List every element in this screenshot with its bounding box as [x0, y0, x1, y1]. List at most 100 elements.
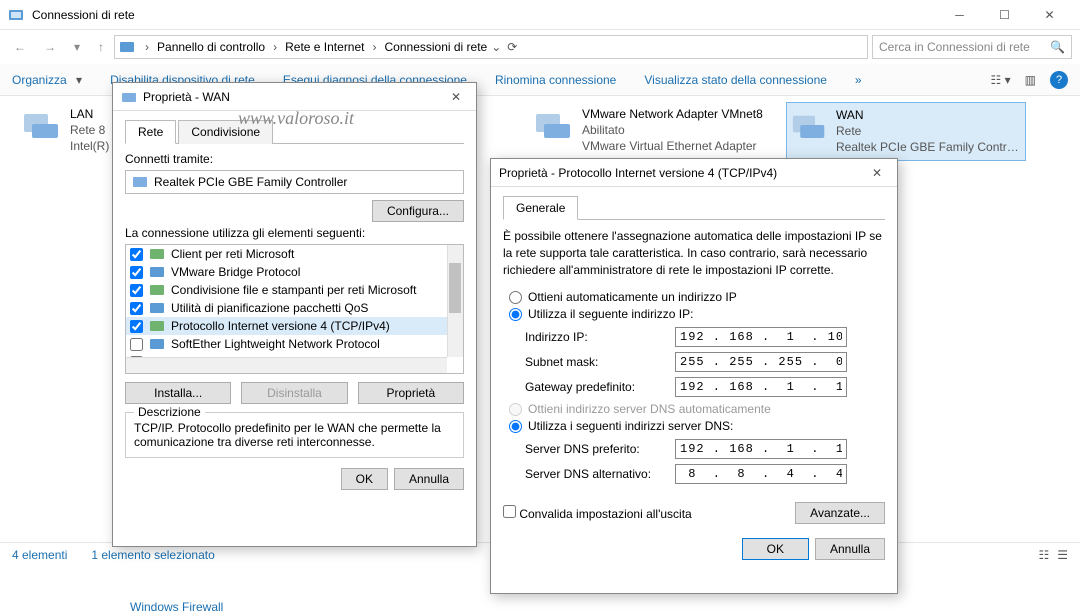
description-heading: Descrizione [134, 405, 205, 419]
adapter-status: Rete [836, 123, 1021, 139]
refresh-icon[interactable]: ⟳ [507, 40, 517, 54]
component-icon [149, 283, 165, 297]
chevron-right-icon: › [369, 40, 381, 54]
component-item[interactable]: VMware Bridge Protocol [126, 263, 463, 281]
adapter-wan[interactable]: WAN Rete Realtek PCIe GBE Family Control… [786, 102, 1026, 161]
breadcrumb-item[interactable]: Rete e Internet [283, 38, 366, 56]
component-item[interactable]: Condivisione file e stampanti per reti M… [126, 281, 463, 299]
component-item[interactable]: SoftEther Lightweight Network Protocol [126, 335, 463, 353]
component-checkbox[interactable] [130, 338, 143, 351]
search-input[interactable]: Cerca in Connessioni di rete 🔍 [872, 35, 1072, 59]
radio-use-ip[interactable]: Utilizza il seguente indirizzo IP: [509, 307, 885, 321]
close-button[interactable]: ✕ [1027, 0, 1072, 30]
status-selected: 1 elemento selezionato [91, 548, 214, 562]
dns2-label: Server DNS alternativo: [525, 467, 675, 481]
component-label: VMware Bridge Protocol [171, 265, 300, 279]
component-icon [149, 301, 165, 315]
breadcrumb-item[interactable]: Pannello di controllo [155, 38, 267, 56]
status-count: 4 elementi [12, 548, 67, 562]
cancel-button[interactable]: Annulla [815, 538, 885, 560]
scrollbar[interactable] [447, 245, 463, 357]
component-label: SoftEther Lightweight Network Protocol [171, 337, 380, 351]
cmd-more[interactable]: » [855, 73, 862, 87]
uninstall-button: Disinstalla [241, 382, 347, 404]
dialog-wan-properties: Proprietà - WAN ✕ Rete Condivisione Conn… [112, 82, 477, 547]
nav-dropdown[interactable]: ▾ [68, 36, 86, 58]
cancel-button[interactable]: Annulla [394, 468, 464, 490]
component-checkbox[interactable] [130, 266, 143, 279]
cmd-rename[interactable]: Rinomina connessione [495, 73, 616, 87]
configure-button[interactable]: Configura... [372, 200, 464, 222]
component-item[interactable]: Client per reti Microsoft [126, 245, 463, 263]
view-details-icon[interactable]: ☰ [1057, 548, 1068, 562]
component-icon [149, 319, 165, 333]
scrollbar-horizontal[interactable] [126, 357, 447, 373]
windows-firewall-link[interactable]: Windows Firewall [130, 600, 223, 614]
device-name: Realtek PCIe GBE Family Controller [154, 175, 347, 189]
folder-icon [119, 39, 135, 55]
chevron-down-icon[interactable]: ⌄ [491, 40, 501, 54]
validate-checkbox[interactable]: Convalida impostazioni all'uscita [503, 505, 692, 521]
nic-icon [132, 175, 148, 189]
window-titlebar: Connessioni di rete ─ ☐ ✕ [0, 0, 1080, 30]
preview-pane-icon[interactable]: ▥ [1025, 73, 1036, 87]
description-text: TCP/IP. Protocollo predefinito per le WA… [134, 421, 455, 449]
breadcrumb-item[interactable]: Connessioni di rete [383, 38, 490, 56]
chevron-right-icon: › [269, 40, 281, 54]
component-label: Condivisione file e stampanti per reti M… [171, 283, 416, 297]
nav-back[interactable]: ← [8, 36, 32, 58]
advanced-button[interactable]: Avanzate... [795, 502, 885, 524]
tab-general[interactable]: Generale [503, 196, 578, 220]
close-icon[interactable]: ✕ [865, 166, 889, 180]
cmd-status[interactable]: Visualizza stato della connessione [644, 73, 827, 87]
ok-button[interactable]: OK [341, 468, 388, 490]
maximize-button[interactable]: ☐ [982, 0, 1027, 30]
dialog-title: Proprietà - Protocollo Internet versione… [499, 166, 865, 180]
dns2-input[interactable] [675, 464, 847, 484]
address-row: ← → ▾ ↑ › Pannello di controllo › Rete e… [0, 30, 1080, 64]
nic-icon [22, 106, 62, 142]
mask-input[interactable] [675, 352, 847, 372]
properties-button[interactable]: Proprietà [358, 382, 464, 404]
minimize-button[interactable]: ─ [937, 0, 982, 30]
ip-input[interactable] [675, 327, 847, 347]
tab-sharing[interactable]: Condivisione [178, 120, 273, 144]
view-large-icon[interactable]: ☷ [1038, 548, 1049, 562]
cmd-organize[interactable]: Organizza ▾ [12, 73, 82, 87]
component-label: Protocollo Internet versione 4 (TCP/IPv4… [171, 319, 390, 333]
component-checkbox[interactable] [130, 284, 143, 297]
nav-up[interactable]: ↑ [92, 36, 110, 58]
radio-auto-ip[interactable]: Ottieni automaticamente un indirizzo IP [509, 290, 885, 304]
component-item[interactable]: Utilità di pianificazione pacchetti QoS [126, 299, 463, 317]
adapter-vmnet8[interactable]: VMware Network Adapter VMnet8 Abilitato … [530, 102, 770, 161]
tab-network[interactable]: Rete [125, 120, 176, 144]
adapter-device: VMware Virtual Ethernet Adapter [582, 138, 763, 154]
dns1-input[interactable] [675, 439, 847, 459]
install-button[interactable]: Installa... [125, 382, 231, 404]
adapter-name: WAN [836, 107, 1021, 123]
breadcrumb[interactable]: › Pannello di controllo › Rete e Interne… [114, 35, 868, 59]
gateway-label: Gateway predefinito: [525, 380, 675, 394]
close-icon[interactable]: ✕ [444, 90, 468, 104]
component-checkbox[interactable] [130, 302, 143, 315]
nav-forward[interactable]: → [38, 36, 62, 58]
component-item[interactable]: Protocollo Internet versione 4 (TCP/IPv4… [126, 317, 463, 335]
adapter-name: VMware Network Adapter VMnet8 [582, 106, 763, 122]
device-field: Realtek PCIe GBE Family Controller [125, 170, 464, 194]
component-checkbox[interactable] [130, 248, 143, 261]
component-icon [149, 247, 165, 261]
adapter-status: Abilitato [582, 122, 763, 138]
components-listbox[interactable]: Client per reti Microsoft VMware Bridge P… [125, 244, 464, 374]
component-icon [149, 265, 165, 279]
network-icon [8, 7, 24, 23]
radio-use-dns[interactable]: Utilizza i seguenti indirizzi server DNS… [509, 419, 885, 433]
mask-label: Subnet mask: [525, 355, 675, 369]
component-icon [149, 337, 165, 351]
radio-auto-dns: Ottieni indirizzo server DNS automaticam… [509, 402, 885, 416]
component-checkbox[interactable] [130, 320, 143, 333]
nic-icon [121, 89, 137, 105]
view-options-icon[interactable]: ☷ ▾ [991, 73, 1011, 87]
ok-button[interactable]: OK [742, 538, 809, 560]
gateway-input[interactable] [675, 377, 847, 397]
help-icon[interactable]: ? [1050, 71, 1068, 89]
